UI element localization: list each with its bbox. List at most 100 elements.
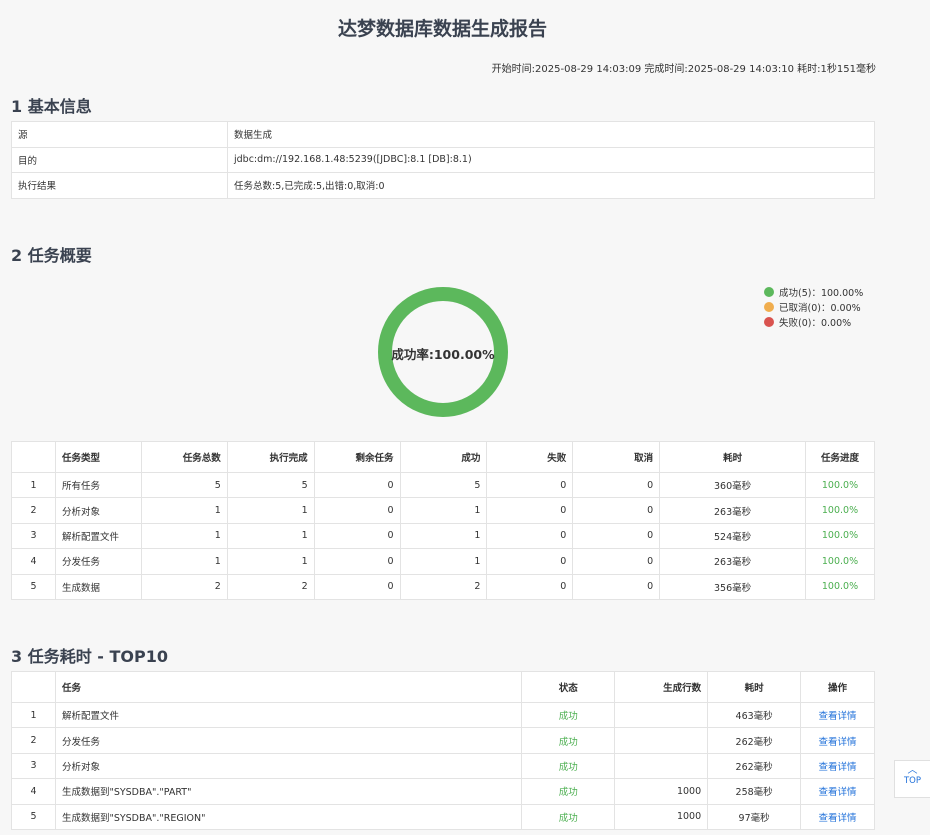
table-cell: 524毫秒 [659,522,806,550]
table-cell: 解析配置文件 [54,522,142,550]
table-cell: 463毫秒 [707,701,802,729]
table-row: 2 分发任务 成功 262毫秒 查看详情 [11,727,875,754]
column-header: 任务进度 [804,441,876,473]
info-value: 数据生成 [227,121,875,148]
status-cell: 成功 [521,752,616,780]
column-header: 耗时 [707,671,802,703]
column-header [11,441,56,473]
table-cell: 2 [226,573,315,600]
table-cell: 0 [313,522,401,550]
table-header-row: 任务 状态 生成行数 耗时 操作 [11,671,875,703]
table-cell: 0 [572,522,661,550]
table-cell: 5 [11,803,56,830]
table-cell: 0 [486,573,574,600]
task-progress-cell: 100.0% [804,471,876,499]
legend-item-success: 成功(5)：100.00% [764,284,863,299]
table-cell: 1 [226,522,315,550]
chevron-up-icon: ︿ [907,765,918,776]
column-header: 剩余任务 [313,441,401,473]
table-cell: 1 [11,471,56,499]
table-cell: 1 [226,497,315,524]
table-row: 4 生成数据到"SYSDBA"."PART" 成功 1000 258毫秒 查看详情 [11,778,875,805]
table-row: 1 所有任务 5 5 0 5 0 0 360毫秒 100.0% [11,471,876,499]
report-title: 达梦数据库数据生成报告 [337,18,547,40]
table-cell: 1 [140,497,228,524]
column-header: 成功 [399,441,488,473]
table-cell: 生成数据 [54,573,142,600]
view-details-link[interactable]: 查看详情 [800,727,875,754]
column-header: 执行完成 [226,441,315,473]
task-progress-cell: 100.0% [804,573,876,600]
table-cell: 258毫秒 [707,778,802,805]
column-header: 生成行数 [614,671,709,703]
table-cell: 3 [11,752,56,780]
table-cell: 1 [140,522,228,550]
view-details-link[interactable]: 查看详情 [800,778,875,805]
table-cell: 5 [226,471,315,499]
donut-legend: 成功(5)：100.00% 已取消(0)：0.00% 失败(0)：0.00% [764,284,863,329]
table-cell: 0 [572,573,661,600]
table-cell: 分发任务 [54,548,142,575]
table-header-row: 任务类型 任务总数 执行完成 剩余任务 成功 失败 取消 耗时 任务进度 [11,441,876,473]
table-cell: 5 [399,471,488,499]
back-to-top-label: TOP [903,776,921,786]
legend-dot [764,286,774,297]
legend-dot [764,301,774,312]
table-cell: 1 [226,548,315,575]
table-cell: 解析配置文件 [54,701,523,729]
column-header: 任务类型 [54,441,142,473]
table-cell: 3 [11,522,56,550]
table-cell: 97毫秒 [707,803,802,830]
table-cell: 1000 [614,778,709,805]
column-header: 取消 [572,441,661,473]
status-cell: 成功 [521,727,616,754]
table-cell: 356毫秒 [659,573,806,600]
task-progress-cell: 100.0% [804,497,876,524]
view-details-link[interactable]: 查看详情 [800,752,875,780]
column-header [11,671,56,703]
legend-label: 失败(0)：0.00% [779,317,852,329]
table-cell: 0 [572,471,661,499]
view-details-link[interactable]: 查看详情 [800,803,875,830]
table-cell: 5 [140,471,228,499]
table-cell: 所有任务 [54,471,142,499]
task-progress-cell: 100.0% [804,548,876,575]
back-to-top-button[interactable]: ︿ TOP [894,760,930,798]
table-cell: 262毫秒 [707,752,802,780]
basic-info-table: 源 数据生成 目的 jdbc:dm://192.168.1.48:5239([J… [11,121,875,199]
table-cell: 360毫秒 [659,471,806,499]
table-cell: 5 [11,573,56,600]
table-cell: 0 [486,522,574,550]
table-cell: 4 [11,548,56,575]
view-details-link[interactable]: 查看详情 [800,701,875,729]
table-row: 3 分析对象 成功 262毫秒 查看详情 [11,752,875,780]
table-cell: 0 [486,471,574,499]
table-cell [614,727,709,754]
info-value: jdbc:dm://192.168.1.48:5239([JDBC]:8.1 [… [227,146,875,173]
table-cell: 0 [313,497,401,524]
table-cell: 2 [11,497,56,524]
table-row: 4 分发任务 1 1 0 1 0 0 263毫秒 100.0% [11,548,876,575]
table-cell: 生成数据到"SYSDBA"."PART" [54,778,523,805]
table-cell: 2 [11,727,56,754]
table-row: 5 生成数据 2 2 0 2 0 0 356毫秒 100.0% [11,573,876,600]
status-cell: 成功 [521,778,616,805]
table-cell: 1 [11,701,56,729]
table-cell: 262毫秒 [707,727,802,754]
table-cell: 0 [486,548,574,575]
task-duration-top10-table: 任务 状态 生成行数 耗时 操作 1 解析配置文件 成功 463毫秒 查看详情 2 分发任务… [11,671,875,830]
column-header: 任务总数 [140,441,228,473]
section-overview-heading: 2 任务概要 [11,246,92,265]
table-cell: 1000 [614,803,709,830]
table-row: 源 数据生成 [11,121,875,148]
donut-center-label: 成功率:100.00% [391,347,495,362]
table-cell: 1 [399,497,488,524]
info-key: 执行结果 [11,172,228,199]
column-header: 操作 [800,671,875,703]
table-row: 2 分析对象 1 1 0 1 0 0 263毫秒 100.0% [11,497,876,524]
table-cell: 1 [399,522,488,550]
legend-label: 已取消(0)：0.00% [779,302,861,314]
table-row: 执行结果 任务总数:5,已完成:5,出错:0,取消:0 [11,172,875,199]
table-cell: 0 [313,573,401,600]
table-cell: 生成数据到"SYSDBA"."REGION" [54,803,523,830]
